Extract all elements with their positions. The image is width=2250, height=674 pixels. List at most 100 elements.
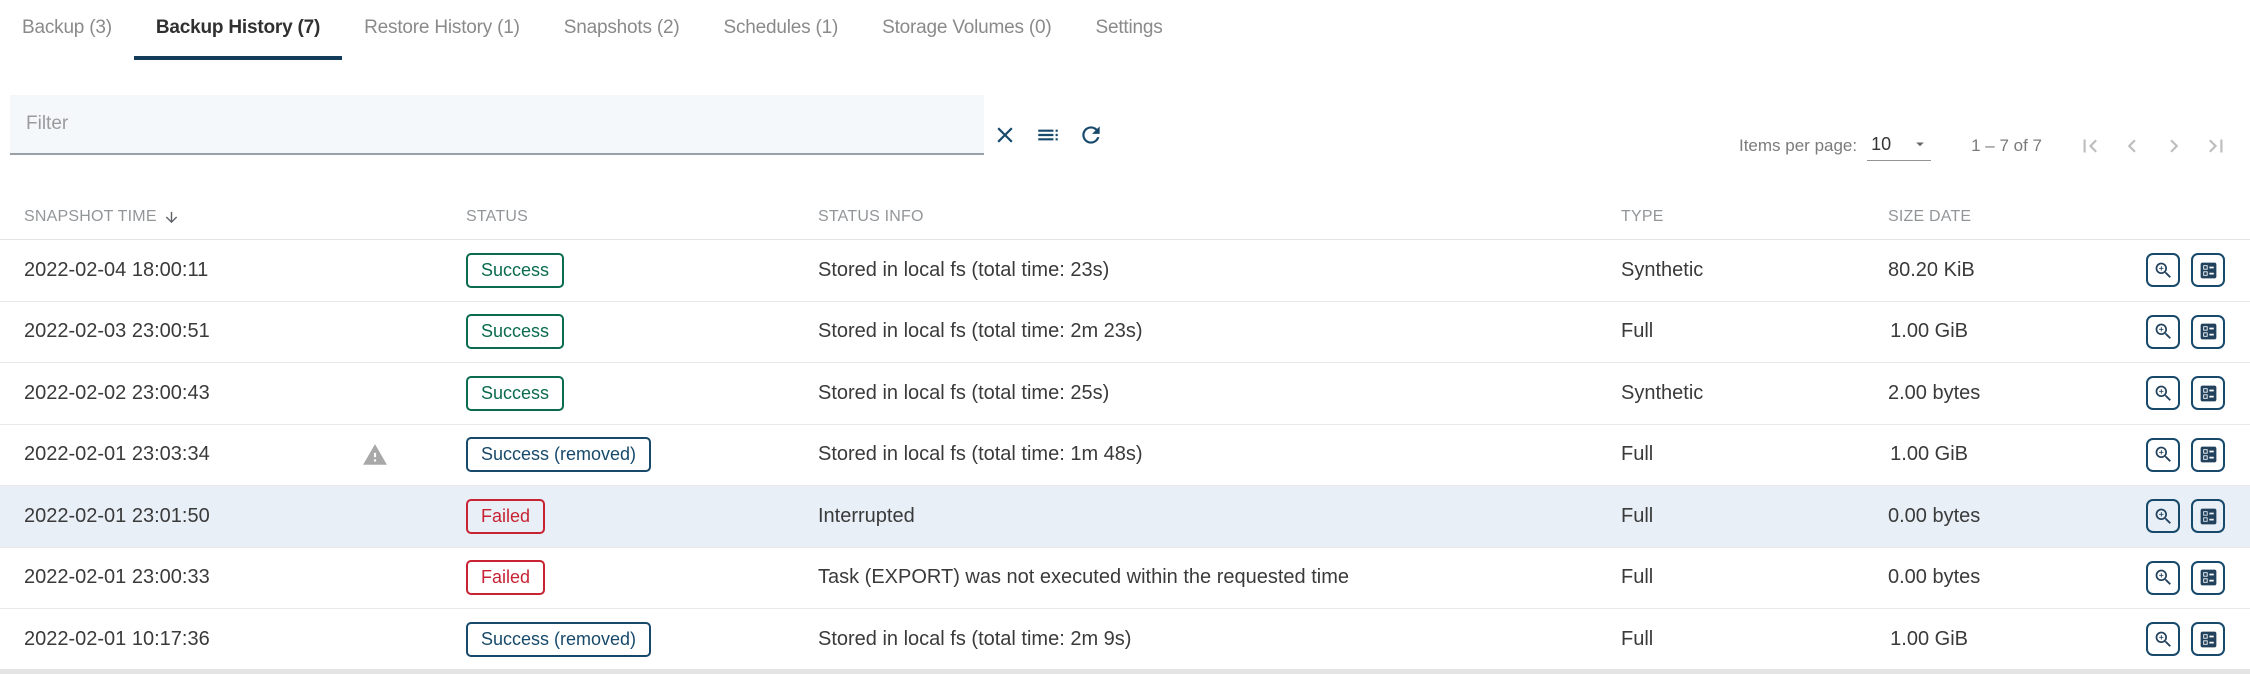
preview-backup-button[interactable] xyxy=(2146,561,2180,595)
chevron-right-icon xyxy=(2161,133,2187,159)
column-header-status[interactable]: STATUS xyxy=(466,208,818,226)
report-icon xyxy=(2198,383,2219,404)
tab-backup-history-7[interactable]: Backup History (7) xyxy=(134,0,342,60)
column-header-type[interactable]: TYPE xyxy=(1621,208,1888,226)
items-per-page-label: Items per page: xyxy=(1739,136,1857,156)
table-row[interactable]: 2022-02-03 23:00:51 Success Stored in lo… xyxy=(0,302,2250,364)
tab-label: Restore History (1) xyxy=(364,17,520,39)
page-size-value: 10 xyxy=(1871,134,1891,155)
table-row[interactable]: 2022-02-01 23:03:34 Success (removed) St… xyxy=(0,425,2250,487)
chevron-left-icon xyxy=(2119,133,2145,159)
report-button[interactable] xyxy=(2191,376,2225,410)
tab-schedules-1[interactable]: Schedules (1) xyxy=(701,0,860,60)
tab-label: Settings xyxy=(1096,17,1163,39)
backup-history-page: Backup (3) Backup History (7) Restore Hi… xyxy=(0,0,2250,674)
page-size-select[interactable]: 10 xyxy=(1867,132,1931,161)
report-button[interactable] xyxy=(2191,315,2225,349)
last-page-button[interactable] xyxy=(2202,132,2230,160)
row-actions-cell xyxy=(1968,499,2250,533)
tab-restore-history-1[interactable]: Restore History (1) xyxy=(342,0,542,60)
preview-backup-button[interactable] xyxy=(2146,253,2180,287)
size-cell: 0.00 bytes xyxy=(1888,566,1968,589)
status-badge: Failed xyxy=(466,560,545,595)
row-actions-cell xyxy=(1968,376,2250,410)
close-icon xyxy=(992,122,1018,148)
warning-cell xyxy=(354,319,466,345)
tab-snapshots-2[interactable]: Snapshots (2) xyxy=(542,0,702,60)
report-button[interactable] xyxy=(2191,253,2225,287)
table-row[interactable]: 2022-02-04 18:00:11 Success Stored in lo… xyxy=(0,240,2250,302)
tab-label: Backup History (7) xyxy=(156,17,320,39)
status-cell: Success xyxy=(466,314,818,349)
status-info-cell: Stored in local fs (total time: 25s) xyxy=(818,382,1621,405)
report-button[interactable] xyxy=(2191,438,2225,472)
magnifier-plus-icon xyxy=(2153,383,2174,404)
paginator: Items per page: 10 1 – 7 of 7 xyxy=(1739,126,2230,166)
table-row[interactable]: 2022-02-02 23:00:43 Success Stored in lo… xyxy=(0,363,2250,425)
table-header: SNAPSHOT TIME STATUS STATUS INFO TYPE SI… xyxy=(0,195,2250,240)
column-header-size-date[interactable]: SIZE DATE xyxy=(1888,208,1968,226)
report-button[interactable] xyxy=(2191,561,2225,595)
previous-page-button[interactable] xyxy=(2118,132,2146,160)
status-info-cell: Stored in local fs (total time: 2m 9s) xyxy=(818,628,1621,651)
preview-backup-button[interactable] xyxy=(2146,499,2180,533)
column-header-status-info[interactable]: STATUS INFO xyxy=(818,208,1621,226)
clear-filter-button[interactable] xyxy=(990,120,1020,150)
next-page-button[interactable] xyxy=(2160,132,2188,160)
table-row[interactable]: 2022-02-01 23:01:50 Failed Interrupted F… xyxy=(0,486,2250,548)
size-cell: 1.00 GiB xyxy=(1888,628,1968,651)
status-badge: Success xyxy=(466,253,564,288)
tab-label: Storage Volumes (0) xyxy=(882,17,1051,39)
report-icon xyxy=(2198,567,2219,588)
first-page-icon xyxy=(2077,133,2103,159)
report-button[interactable] xyxy=(2191,499,2225,533)
status-cell: Success xyxy=(466,376,818,411)
tab-label: Backup (3) xyxy=(22,17,112,39)
preview-backup-button[interactable] xyxy=(2146,376,2180,410)
snapshot-time-cell: 2022-02-01 23:03:34 xyxy=(0,443,354,466)
tab-label: Schedules (1) xyxy=(723,17,838,39)
tab-label: Snapshots (2) xyxy=(564,17,680,39)
tab-settings[interactable]: Settings xyxy=(1074,0,1185,60)
status-badge: Success (removed) xyxy=(466,437,651,472)
tab-backup-3[interactable]: Backup (3) xyxy=(0,0,134,60)
status-badge: Failed xyxy=(466,499,545,534)
tab-bar: Backup (3) Backup History (7) Restore Hi… xyxy=(0,0,2250,60)
preview-backup-button[interactable] xyxy=(2146,622,2180,656)
preview-backup-button[interactable] xyxy=(2146,438,2180,472)
bottom-divider xyxy=(0,669,2250,674)
column-header-snapshot-time[interactable]: SNAPSHOT TIME xyxy=(0,208,354,226)
first-page-button[interactable] xyxy=(2076,132,2104,160)
snapshot-time-cell: 2022-02-01 10:17:36 xyxy=(0,628,354,651)
report-icon xyxy=(2198,321,2219,342)
row-actions-cell xyxy=(1968,438,2250,472)
warning-cell xyxy=(354,442,466,468)
status-info-cell: Stored in local fs (total time: 2m 23s) xyxy=(818,320,1621,343)
warning-cell xyxy=(354,503,466,529)
table-row[interactable]: 2022-02-01 23:00:33 Failed Task (EXPORT)… xyxy=(0,548,2250,610)
status-cell: Failed xyxy=(466,560,818,595)
size-cell: 80.20 KiB xyxy=(1888,259,1968,282)
magnifier-plus-icon xyxy=(2153,444,2174,465)
sort-descending-icon xyxy=(163,209,180,226)
size-cell: 0.00 bytes xyxy=(1888,505,1968,528)
columns-button[interactable] xyxy=(1033,120,1063,150)
report-icon xyxy=(2198,260,2219,281)
magnifier-plus-icon xyxy=(2153,321,2174,342)
last-page-icon xyxy=(2203,133,2229,159)
magnifier-plus-icon xyxy=(2153,567,2174,588)
refresh-button[interactable] xyxy=(1076,120,1106,150)
page-nav xyxy=(2076,132,2230,160)
row-actions-cell xyxy=(1968,622,2250,656)
preview-backup-button[interactable] xyxy=(2146,315,2180,349)
table-toolbar xyxy=(990,120,1106,150)
filter-input[interactable] xyxy=(10,95,984,155)
tab-storage-volumes-0[interactable]: Storage Volumes (0) xyxy=(860,0,1073,60)
magnifier-plus-icon xyxy=(2153,506,2174,527)
warning-cell xyxy=(354,380,466,406)
size-cell: 2.00 bytes xyxy=(1888,382,1968,405)
report-button[interactable] xyxy=(2191,622,2225,656)
table-row[interactable]: 2022-02-01 10:17:36 Success (removed) St… xyxy=(0,609,2250,671)
refresh-icon xyxy=(1078,122,1104,148)
warning-icon xyxy=(362,442,388,468)
